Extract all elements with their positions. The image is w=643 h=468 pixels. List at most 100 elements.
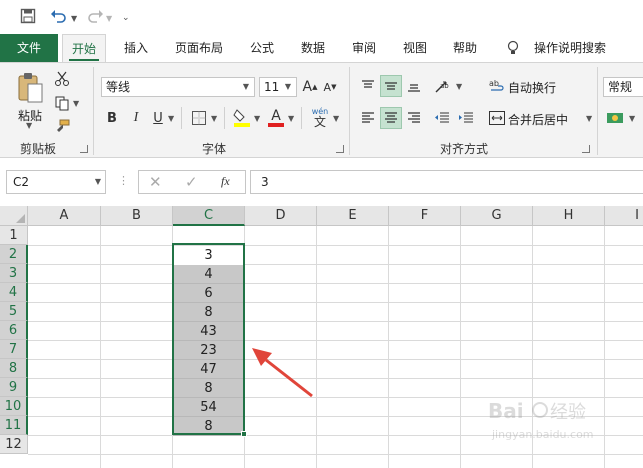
- row-header-1[interactable]: 1: [0, 226, 28, 245]
- accounting-dropdown-icon[interactable]: ▼: [629, 114, 635, 123]
- row-header-4[interactable]: 4: [0, 283, 28, 302]
- font-color-dropdown-icon[interactable]: ▼: [288, 114, 294, 123]
- tab-home[interactable]: 开始: [62, 34, 106, 63]
- copy-icon[interactable]: [52, 93, 72, 113]
- wrap-text-icon[interactable]: ab: [488, 75, 506, 97]
- font-size-select[interactable]: 11 ▼: [259, 77, 297, 97]
- row-header-5[interactable]: 5: [0, 302, 28, 321]
- tab-review[interactable]: 审阅: [346, 34, 382, 62]
- alignment-launcher-icon[interactable]: [582, 145, 590, 153]
- tab-view[interactable]: 视图: [397, 34, 433, 62]
- tab-insert[interactable]: 插入: [118, 34, 154, 62]
- copy-dropdown-icon[interactable]: ▼: [73, 99, 79, 108]
- cell-c5[interactable]: 8: [173, 303, 244, 322]
- row-header-7[interactable]: 7: [0, 340, 28, 359]
- bottom-align-icon[interactable]: [404, 75, 424, 97]
- customize-icon[interactable]: ⌄: [122, 9, 130, 27]
- font-group-label: 字体: [202, 142, 227, 156]
- cell-c3[interactable]: 4: [173, 265, 244, 284]
- tab-page-layout[interactable]: 页面布局: [168, 34, 230, 62]
- save-icon[interactable]: [20, 8, 36, 26]
- grow-font-button[interactable]: A ▲: [302, 77, 318, 97]
- cell-c11[interactable]: 8: [173, 417, 244, 436]
- column-header-c[interactable]: C: [173, 206, 245, 226]
- cell-c4[interactable]: 6: [173, 284, 244, 303]
- phonetic-dropdown-icon[interactable]: ▼: [333, 114, 339, 123]
- redo-dropdown-icon[interactable]: ▼: [106, 10, 112, 28]
- tab-formulas[interactable]: 公式: [244, 34, 280, 62]
- row-header-10[interactable]: 10: [0, 397, 28, 416]
- row-header-8[interactable]: 8: [0, 359, 28, 378]
- bold-button[interactable]: B: [104, 108, 120, 128]
- row-header-9[interactable]: 9: [0, 378, 28, 397]
- undo-icon[interactable]: [50, 8, 68, 26]
- italic-button[interactable]: I: [128, 108, 144, 128]
- column-header-h[interactable]: H: [533, 206, 605, 226]
- merge-center-button[interactable]: 合并后居中: [508, 111, 568, 128]
- cell-c8[interactable]: 47: [173, 360, 244, 379]
- tab-data[interactable]: 数据: [295, 34, 331, 62]
- underline-button[interactable]: U: [150, 108, 166, 128]
- orientation-icon[interactable]: ab: [432, 75, 454, 97]
- redo-icon[interactable]: [86, 8, 104, 26]
- middle-align-icon[interactable]: [380, 75, 402, 97]
- align-right-icon[interactable]: [404, 107, 424, 129]
- merge-dropdown-icon[interactable]: ▼: [586, 114, 592, 123]
- orientation-dropdown-icon[interactable]: ▼: [456, 82, 462, 91]
- worksheet-grid[interactable]: A B C D E F G H I 1 2 3 4 5 6 7 8 9 10 1…: [0, 206, 643, 468]
- row-header-3[interactable]: 3: [0, 264, 28, 283]
- name-box[interactable]: C2 ▼: [6, 170, 106, 194]
- column-header-e[interactable]: E: [317, 206, 389, 226]
- underline-dropdown-icon[interactable]: ▼: [168, 114, 174, 123]
- cell-c6[interactable]: 43: [173, 322, 244, 341]
- row-header-6[interactable]: 6: [0, 321, 28, 340]
- align-center-icon[interactable]: [380, 107, 402, 129]
- shrink-font-button[interactable]: A ▼: [322, 77, 338, 97]
- tab-file[interactable]: 文件: [0, 34, 58, 62]
- increase-indent-icon[interactable]: [456, 107, 476, 129]
- paste-icon[interactable]: [14, 71, 46, 105]
- column-header-d[interactable]: D: [245, 206, 317, 226]
- formula-input[interactable]: 3: [250, 170, 643, 194]
- column-header-g[interactable]: G: [461, 206, 533, 226]
- row-header-12[interactable]: 12: [0, 435, 28, 454]
- font-color-button[interactable]: A: [266, 107, 286, 129]
- align-left-icon[interactable]: [358, 107, 378, 129]
- borders-icon[interactable]: [190, 108, 208, 128]
- undo-dropdown-icon[interactable]: ▼: [71, 10, 77, 28]
- column-header-b[interactable]: B: [101, 206, 173, 226]
- fill-color-dropdown-icon[interactable]: ▼: [254, 114, 260, 123]
- tell-me-search[interactable]: 操作说明搜索: [530, 34, 610, 62]
- decrease-indent-icon[interactable]: [432, 107, 452, 129]
- cell-c9[interactable]: 8: [173, 379, 244, 398]
- row-header-11[interactable]: 11: [0, 416, 28, 435]
- select-all-button[interactable]: [0, 206, 28, 226]
- column-header-i[interactable]: I: [605, 206, 643, 226]
- cancel-icon[interactable]: ✕: [149, 173, 162, 191]
- clipboard-launcher-icon[interactable]: [80, 145, 88, 153]
- column-header-f[interactable]: F: [389, 206, 461, 226]
- cell-c7[interactable]: 23: [173, 341, 244, 360]
- row-header-2[interactable]: 2: [0, 245, 28, 264]
- phonetic-guide-button[interactable]: wén 文: [309, 105, 331, 131]
- fill-handle[interactable]: [241, 431, 247, 437]
- accounting-format-icon[interactable]: [604, 107, 626, 129]
- column-header-a[interactable]: A: [28, 206, 101, 226]
- tab-help[interactable]: 帮助: [447, 34, 483, 62]
- cell-c10[interactable]: 54: [173, 398, 244, 417]
- cell-c2[interactable]: 3: [173, 246, 244, 265]
- insert-function-button[interactable]: fx: [221, 174, 230, 189]
- borders-dropdown-icon[interactable]: ▼: [211, 114, 217, 123]
- paste-dropdown-icon[interactable]: ▼: [26, 121, 32, 130]
- more-options-icon[interactable]: ⋮: [118, 174, 129, 187]
- wrap-text-button[interactable]: 自动换行: [508, 79, 556, 96]
- cut-icon[interactable]: [52, 69, 72, 89]
- enter-icon[interactable]: ✓: [185, 173, 198, 191]
- top-align-icon[interactable]: [358, 75, 378, 97]
- font-name-select[interactable]: 等线 ▼: [101, 77, 255, 97]
- merge-center-icon[interactable]: [488, 107, 506, 129]
- format-painter-icon[interactable]: [52, 117, 72, 137]
- font-launcher-icon[interactable]: [336, 145, 344, 153]
- number-format-select[interactable]: 常规: [603, 77, 643, 97]
- fill-color-icon[interactable]: [232, 107, 252, 129]
